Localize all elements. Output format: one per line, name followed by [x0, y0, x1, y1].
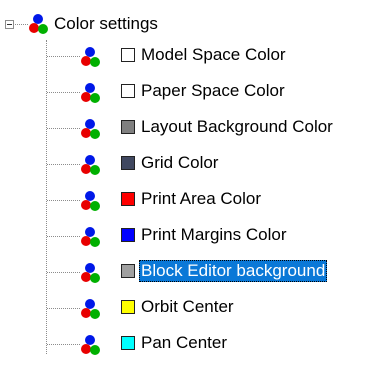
tree-item-block-editor-background[interactable]: Block Editor background — [0, 256, 388, 288]
tree-item-label[interactable]: Paper Space Color — [139, 80, 287, 102]
rgb-dots-icon — [81, 118, 103, 140]
color-swatch — [121, 120, 135, 134]
tree-item-print-area-color[interactable]: Print Area Color — [0, 184, 388, 216]
color-swatch — [121, 48, 135, 62]
color-settings-tree[interactable]: Color settings Model Space Color Paper Sp… — [0, 0, 388, 371]
rgb-dots-icon — [81, 262, 103, 284]
tree-item-paper-space-color[interactable]: Paper Space Color — [0, 76, 388, 108]
tree-connector — [47, 308, 80, 309]
rgb-dots-icon — [81, 190, 103, 212]
tree-connector — [47, 272, 80, 273]
tree-connector — [47, 56, 80, 57]
tree-connector — [47, 92, 80, 93]
tree-connector — [47, 236, 80, 237]
tree-item-orbit-center[interactable]: Orbit Center — [0, 292, 388, 324]
rgb-dots-icon — [81, 298, 103, 320]
tree-item-label[interactable]: Block Editor background — [139, 260, 328, 282]
color-swatch — [121, 300, 135, 314]
color-swatch — [121, 264, 135, 278]
tree-item-label[interactable]: Grid Color — [139, 152, 220, 174]
color-swatch — [121, 228, 135, 242]
tree-connector — [47, 200, 80, 201]
tree-item-label[interactable]: Print Area Color — [139, 188, 263, 210]
tree-node-label[interactable]: Color settings — [54, 13, 158, 35]
tree-item-label[interactable]: Orbit Center — [139, 296, 236, 318]
tree-connector — [47, 128, 80, 129]
tree-connector — [15, 24, 28, 25]
color-swatch — [121, 336, 135, 350]
tree-item-label[interactable]: Layout Background Color — [139, 116, 335, 138]
tree-item-layout-background-color[interactable]: Layout Background Color — [0, 112, 388, 144]
rgb-dots-icon — [81, 46, 103, 68]
rgb-dots-icon — [81, 334, 103, 356]
tree-connector — [47, 344, 80, 345]
tree-item-grid-color[interactable]: Grid Color — [0, 148, 388, 180]
tree-item-label[interactable]: Print Margins Color — [139, 224, 289, 246]
tree-connector — [47, 164, 80, 165]
tree-item-label[interactable]: Model Space Color — [139, 44, 288, 66]
tree-item-model-space-color[interactable]: Model Space Color — [0, 40, 388, 72]
color-swatch — [121, 84, 135, 98]
rgb-dots-icon — [29, 13, 51, 35]
tree-item-label[interactable]: Pan Center — [139, 332, 229, 354]
color-swatch — [121, 192, 135, 206]
rgb-dots-icon — [81, 154, 103, 176]
tree-item-pan-center[interactable]: Pan Center — [0, 328, 388, 360]
collapse-toggle-icon[interactable] — [5, 20, 14, 29]
rgb-dots-icon — [81, 82, 103, 104]
color-swatch — [121, 156, 135, 170]
tree-item-print-margins-color[interactable]: Print Margins Color — [0, 220, 388, 252]
rgb-dots-icon — [81, 226, 103, 248]
tree-node-color-settings[interactable]: Color settings — [0, 8, 388, 40]
